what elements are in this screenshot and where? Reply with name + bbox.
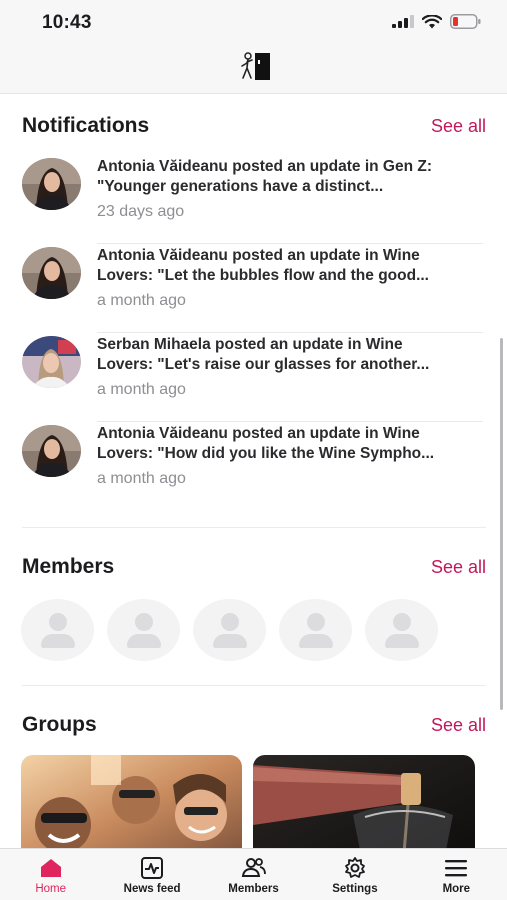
members-title: Members bbox=[22, 555, 115, 578]
menu-icon bbox=[445, 860, 468, 877]
member-avatar-placeholder[interactable] bbox=[21, 599, 94, 661]
section-divider bbox=[22, 685, 486, 686]
gear-icon bbox=[345, 857, 365, 878]
wifi-icon bbox=[422, 14, 442, 28]
members-row bbox=[21, 599, 438, 661]
notification-time: a month ago bbox=[97, 292, 186, 309]
notification-text: Serban Mihaela posted an update in Wine … bbox=[97, 336, 430, 373]
tab-settings[interactable]: Settings bbox=[304, 849, 405, 900]
avatar bbox=[22, 336, 81, 388]
group-card-image[interactable] bbox=[253, 755, 475, 848]
notification-item[interactable]: Antonia Văideanu posted an update in Win… bbox=[22, 422, 489, 511]
notification-text: Antonia Văideanu posted an update in Win… bbox=[97, 247, 429, 284]
member-avatar-placeholder[interactable] bbox=[193, 599, 266, 661]
notification-text: Antonia Văideanu posted an update in Win… bbox=[97, 425, 435, 462]
people-icon bbox=[241, 858, 266, 877]
notification-time: 23 days ago bbox=[97, 203, 185, 220]
avatar bbox=[22, 158, 81, 210]
notification-time: a month ago bbox=[97, 381, 186, 398]
status-time: 10:43 bbox=[42, 12, 92, 33]
activity-icon bbox=[141, 857, 164, 879]
notifications-title: Notifications bbox=[22, 114, 150, 137]
status-icons bbox=[392, 14, 481, 29]
tab-label: News feed bbox=[123, 883, 181, 895]
notification-time: a month ago bbox=[97, 470, 186, 487]
notification-item[interactable]: Serban Mihaela posted an update in Wine … bbox=[22, 333, 489, 422]
groups-see-all-link[interactable]: See all bbox=[431, 715, 486, 736]
avatar bbox=[22, 247, 81, 299]
notification-item[interactable]: Antonia Văideanu posted an update in Win… bbox=[22, 244, 489, 333]
section-divider bbox=[22, 527, 486, 528]
notifications-see-all-link[interactable]: See all bbox=[431, 116, 486, 137]
home-content[interactable]: Notifications See all Antonia Văideanu p… bbox=[0, 94, 507, 848]
member-avatar-placeholder[interactable] bbox=[279, 599, 352, 661]
avatar bbox=[22, 425, 81, 477]
tab-label: More bbox=[442, 883, 471, 895]
home-icon bbox=[40, 859, 61, 877]
tab-members[interactable]: Members bbox=[203, 849, 304, 900]
member-avatar-placeholder[interactable] bbox=[107, 599, 180, 661]
tab-home[interactable]: Home bbox=[0, 849, 101, 900]
tab-news-feed[interactable]: News feed bbox=[101, 849, 202, 900]
members-see-all-link[interactable]: See all bbox=[431, 557, 486, 578]
notifications-header: Notifications See all bbox=[22, 114, 486, 138]
group-card-image[interactable] bbox=[21, 755, 242, 848]
tab-more[interactable]: More bbox=[406, 849, 507, 900]
member-avatar-placeholder[interactable] bbox=[365, 599, 438, 661]
notification-text: Antonia Văideanu posted an update in Gen… bbox=[97, 158, 432, 195]
groups-title: Groups bbox=[22, 713, 97, 736]
notification-item[interactable]: Antonia Văideanu posted an update in Gen… bbox=[22, 155, 489, 244]
tab-label: Members bbox=[228, 883, 279, 895]
app-header: 10:43 bbox=[0, 0, 507, 94]
battery-icon bbox=[450, 14, 481, 29]
scroll-indicator[interactable] bbox=[500, 338, 503, 710]
signal-icon bbox=[392, 15, 414, 28]
tab-bar: Home News feed Members Settings More bbox=[0, 848, 507, 900]
members-header: Members See all bbox=[22, 555, 486, 579]
groups-header: Groups See all bbox=[22, 713, 486, 737]
app-logo bbox=[241, 52, 270, 80]
tab-label: Home bbox=[35, 883, 67, 895]
tab-label: Settings bbox=[332, 883, 378, 895]
